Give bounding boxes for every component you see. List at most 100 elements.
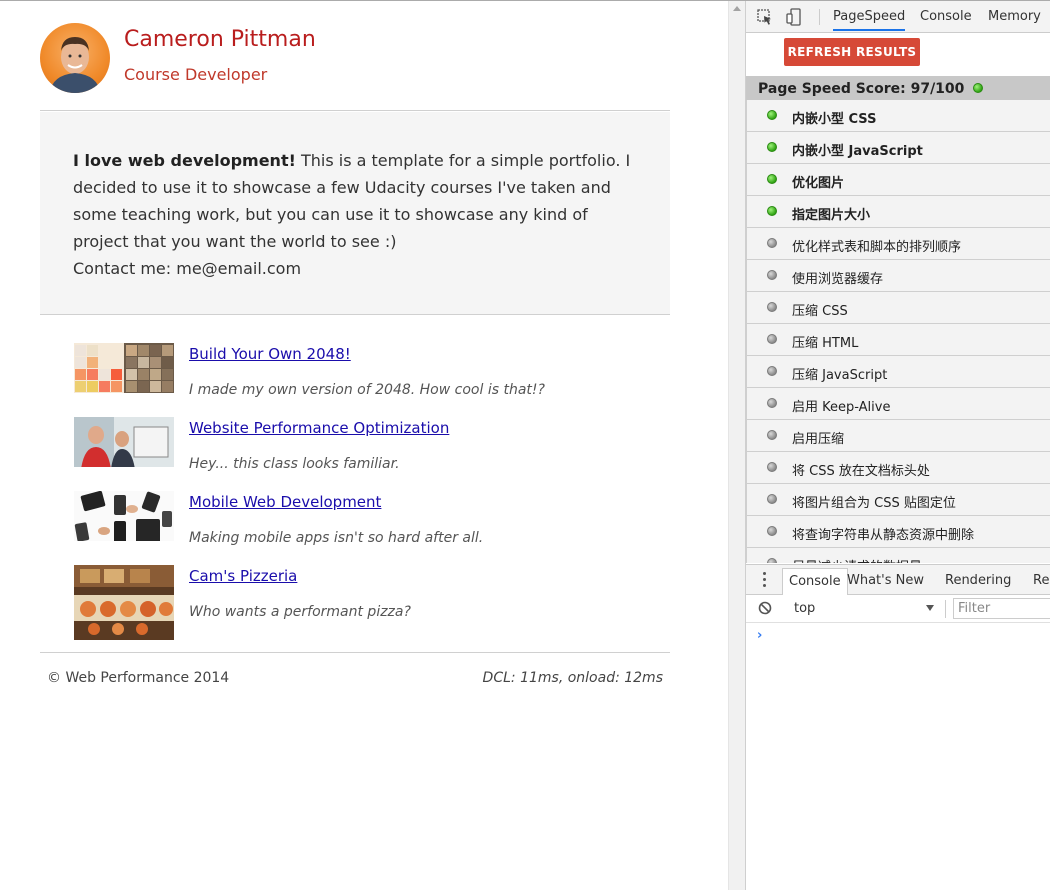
rule-item[interactable]: 内嵌小型 CSS (746, 100, 1050, 132)
rule-label: 使用浏览器缓存 (792, 272, 884, 287)
project-link[interactable]: Mobile Web Development (189, 493, 381, 511)
rule-info-icon (767, 238, 777, 248)
perf-stats: DCL: 11ms, onload: 12ms (482, 670, 663, 686)
rule-item[interactable]: 压缩 HTML (746, 324, 1050, 356)
filter-input[interactable]: Filter (953, 598, 1050, 619)
rule-item[interactable]: 将 CSS 放在文档标头处 (746, 452, 1050, 484)
chevron-down-icon[interactable] (926, 605, 934, 611)
refresh-results-button[interactable]: REFRESH RESULTS (784, 38, 920, 66)
copyright-text: © Web Performance 2014 (47, 670, 230, 686)
rule-item[interactable]: 优化图片 (746, 164, 1050, 196)
drawer-tab-overflow[interactable]: Rer (1033, 573, 1050, 588)
rule-info-icon (767, 366, 777, 376)
rule-label: 尽量减少请求的数据量 (792, 556, 922, 563)
project-mobile-thumbnail (74, 491, 174, 541)
rule-item[interactable]: 使用浏览器缓存 (746, 260, 1050, 292)
rule-label: 内嵌小型 CSS (792, 112, 877, 127)
subtitle: Course Developer (124, 65, 268, 84)
rule-info-icon (767, 270, 777, 280)
rule-label: 内嵌小型 JavaScript (792, 144, 923, 159)
tab-memory[interactable]: Memory (988, 9, 1041, 24)
rule-info-icon (767, 558, 777, 563)
drawer-tab-console[interactable]: Console (782, 568, 848, 596)
rule-info-icon (767, 398, 777, 408)
browser-window: Cameron Pittman Course Developer I love … (0, 0, 1050, 890)
rule-item[interactable]: 压缩 CSS (746, 292, 1050, 324)
rule-label: 压缩 JavaScript (792, 368, 888, 383)
project-description: Making mobile apps isn't so hard after a… (189, 530, 484, 546)
page-content: Cameron Pittman Course Developer I love … (0, 1, 728, 890)
project-wpo-thumbnail (74, 417, 174, 467)
tab-console[interactable]: Console (920, 9, 972, 24)
devtools-tabbar: PageSpeed Console Memory (746, 1, 1050, 33)
rule-item[interactable]: 启用 Keep-Alive (746, 388, 1050, 420)
rule-item[interactable]: 内嵌小型 JavaScript (746, 132, 1050, 164)
rule-info-icon (767, 494, 777, 504)
project-pizzeria-thumbnail (74, 565, 174, 640)
rule-label: 启用 Keep-Alive (792, 400, 891, 415)
avatar (40, 23, 110, 93)
project-description: I made my own version of 2048. How cool … (189, 382, 545, 398)
drawer-tab-whats-new[interactable]: What's New (847, 573, 924, 588)
console-toolbar: top Filter (746, 595, 1050, 623)
clear-console-icon[interactable] (758, 601, 772, 615)
drawer-tabbar: Console What's New Rendering Rer (746, 564, 1050, 596)
console-prompt[interactable]: › (757, 628, 762, 643)
rule-label: 将图片组合为 CSS 贴图定位 (792, 496, 956, 511)
rule-info-icon (767, 334, 777, 344)
project-description: Hey... this class looks familiar. (189, 456, 400, 472)
more-options-icon[interactable] (763, 572, 767, 588)
score-status-icon (973, 83, 983, 93)
intro-section: I love web development! This is a templa… (40, 112, 670, 315)
tab-pagespeed[interactable]: PageSpeed (833, 9, 906, 31)
rule-label: 压缩 CSS (792, 304, 848, 319)
rule-item[interactable]: 优化样式表和脚本的排列顺序 (746, 228, 1050, 260)
rule-list: 内嵌小型 CSS 内嵌小型 JavaScript 优化图片指定图片大小优化样式表和脚… (746, 100, 1050, 563)
scroll-up-arrow-icon[interactable] (733, 6, 741, 11)
rule-label: 指定图片大小 (792, 208, 871, 223)
project-link[interactable]: Build Your Own 2048! (189, 345, 351, 363)
rule-item[interactable]: 将图片组合为 CSS 贴图定位 (746, 484, 1050, 516)
devtools-panel: PageSpeed Console Memory REFRESH RESULTS… (745, 1, 1050, 890)
rule-label: 启用压缩 (792, 432, 845, 447)
rule-info-icon (767, 526, 777, 536)
rule-pass-icon (767, 110, 777, 120)
header: Cameron Pittman Course Developer (40, 23, 670, 111)
rule-item[interactable]: 启用压缩 (746, 420, 1050, 452)
avatar-portrait-icon (50, 37, 100, 93)
rule-pass-icon (767, 142, 777, 152)
rule-info-icon (767, 430, 777, 440)
rule-item[interactable]: 尽量减少请求的数据量 (746, 548, 1050, 563)
context-selector[interactable]: top (794, 601, 815, 616)
project-link[interactable]: Website Performance Optimization (189, 419, 449, 437)
toolbar-divider (945, 600, 946, 618)
score-header: Page Speed Score: 97/100 (746, 76, 1050, 100)
intro-bold: I love web development! (73, 151, 296, 170)
score-text: Page Speed Score: 97/100 (758, 81, 965, 97)
inspect-element-icon[interactable] (756, 8, 774, 26)
project-description: Who wants a performant pizza? (189, 604, 411, 620)
rule-label: 将 CSS 放在文档标头处 (792, 464, 930, 479)
rule-label: 优化图片 (792, 176, 845, 191)
footer: © Web Performance 2014 DCL: 11ms, onload… (40, 652, 670, 702)
page-scrollbar[interactable] (728, 1, 745, 890)
rule-pass-icon (767, 174, 777, 184)
rule-pass-icon (767, 206, 777, 216)
list-item: Cam's Pizzeria Who wants a performant pi… (74, 565, 670, 640)
project-list: Build Your Own 2048! I made my own versi… (74, 343, 670, 640)
list-item: Mobile Web Development Making mobile app… (74, 491, 670, 565)
rule-label: 压缩 HTML (792, 336, 859, 351)
toolbar-divider (819, 9, 820, 25)
rule-item[interactable]: 将查询字符串从静态资源中删除 (746, 516, 1050, 548)
project-link[interactable]: Cam's Pizzeria (189, 567, 297, 585)
list-item: Website Performance Optimization Hey... … (74, 417, 670, 491)
drawer-tab-rendering[interactable]: Rendering (945, 573, 1011, 588)
device-toolbar-icon[interactable] (785, 8, 803, 26)
rule-item[interactable]: 压缩 JavaScript (746, 356, 1050, 388)
rule-info-icon (767, 462, 777, 472)
rule-item[interactable]: 指定图片大小 (746, 196, 1050, 228)
contact-text: Contact me: me@email.com (73, 259, 302, 278)
rule-label: 优化样式表和脚本的排列顺序 (792, 240, 962, 255)
rule-info-icon (767, 302, 777, 312)
project-2048-thumbnail (74, 343, 174, 393)
